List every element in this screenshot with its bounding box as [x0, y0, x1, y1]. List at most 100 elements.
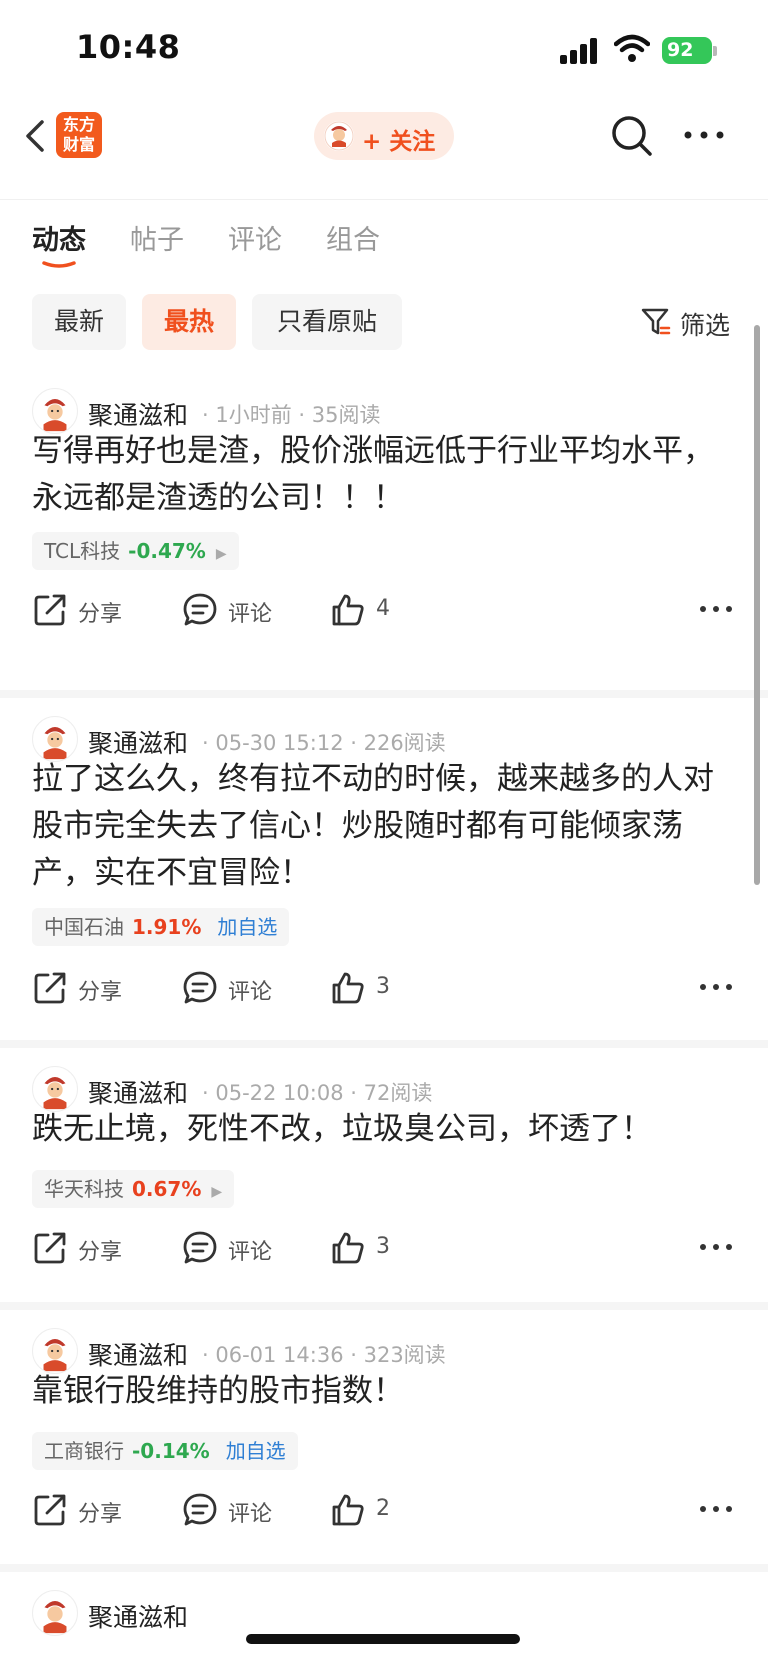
stock-change: -0.14%	[132, 1439, 210, 1463]
tab-posts[interactable]: 帖子	[130, 218, 184, 257]
post-text[interactable]: 写得再好也是渣，股价涨幅远低于行业平均水平，永远都是渣透的公司！！！	[32, 428, 742, 522]
filter-hottest[interactable]: 最热	[142, 294, 236, 350]
add-to-watchlist-link[interactable]: 加自选	[226, 1439, 286, 1463]
more-horizontal-icon[interactable]	[698, 1232, 734, 1262]
scrollbar[interactable]	[754, 325, 760, 885]
post-feed: 聚通滋和 · 1小时前 · 35阅读 写得再好也是渣，股价涨幅远低于行业平均水平…	[0, 370, 768, 1636]
stock-tag[interactable]: TCL科技 -0.47% ▶	[32, 532, 239, 570]
comment-label: 评论	[228, 602, 273, 627]
thumbs-up-icon	[332, 1494, 364, 1526]
post-actions: 分享 评论 3	[32, 966, 736, 1010]
filter-row: 最新 最热 只看原贴 筛选	[0, 294, 768, 350]
share-icon	[34, 1494, 66, 1526]
filter-latest[interactable]: 最新	[32, 294, 126, 350]
thumbs-up-icon	[332, 594, 364, 626]
nav-bar: 东方 财富 + 关注	[0, 100, 768, 200]
more-horizontal-icon[interactable]	[698, 1494, 734, 1524]
tab-dynamics[interactable]: 动态	[32, 218, 86, 257]
post-meta: · 05-30 15:12 · 226阅读	[202, 731, 446, 755]
post-card[interactable]: 聚通滋和 · 05-30 15:12 · 226阅读 拉了这么久，终有拉不动的时…	[0, 698, 768, 1048]
more-horizontal-icon[interactable]	[698, 972, 734, 1002]
follow-label: + 关注	[362, 129, 436, 155]
stock-change: 1.91%	[132, 915, 202, 939]
comment-button[interactable]: 评论	[182, 1226, 282, 1270]
author-name[interactable]: 聚通滋和	[88, 1336, 188, 1372]
stock-name: TCL科技	[44, 539, 121, 563]
logo-line-1: 东方	[62, 115, 95, 134]
comment-label: 评论	[228, 1502, 273, 1527]
home-indicator[interactable]	[246, 1634, 520, 1644]
like-button[interactable]: 4	[330, 588, 410, 632]
more-horizontal-icon[interactable]	[698, 594, 734, 624]
post-text[interactable]: 靠银行股维持的股市指数！	[32, 1368, 742, 1415]
like-button[interactable]: 2	[330, 1488, 410, 1532]
post-actions: 分享 评论 4	[32, 588, 736, 632]
share-icon	[34, 1232, 66, 1264]
stock-name: 华天科技	[44, 1177, 124, 1201]
post-meta: · 1小时前 · 35阅读	[202, 403, 381, 427]
battery-tip	[713, 46, 717, 56]
play-arrow-icon: ▶	[211, 1184, 223, 1200]
post-actions: 分享 评论 3	[32, 1226, 736, 1270]
stock-name: 工商银行	[44, 1439, 124, 1463]
logo-line-2: 财富	[62, 135, 95, 154]
like-button[interactable]: 3	[330, 966, 410, 1010]
like-count: 2	[376, 1496, 390, 1521]
comment-icon	[183, 593, 217, 626]
status-time: 10:48	[76, 28, 181, 66]
filter-original-only[interactable]: 只看原贴	[252, 294, 402, 350]
search-icon[interactable]	[608, 112, 656, 160]
thumbs-up-icon	[332, 972, 364, 1004]
profile-tabs: 动态 帖子 评论 组合	[0, 200, 768, 280]
post-actions: 分享 评论 2	[32, 1488, 736, 1532]
stock-tag[interactable]: 华天科技 0.67% ▶	[32, 1170, 235, 1208]
share-button[interactable]: 分享	[32, 588, 132, 632]
like-button[interactable]: 3	[330, 1226, 410, 1270]
post-card[interactable]: 聚通滋和 · 1小时前 · 35阅读 写得再好也是渣，股价涨幅远低于行业平均水平…	[0, 370, 768, 698]
post-card[interactable]: 聚通滋和 · 06-01 14:36 · 323阅读 靠银行股维持的股市指数！ …	[0, 1310, 768, 1572]
share-button[interactable]: 分享	[32, 966, 132, 1010]
stock-tag[interactable]: 工商银行 -0.14% 加自选	[32, 1432, 298, 1470]
comment-button[interactable]: 评论	[182, 1488, 282, 1532]
comment-label: 评论	[228, 980, 273, 1005]
like-count: 4	[376, 596, 390, 621]
chevron-left-icon[interactable]	[14, 114, 58, 158]
cellular-signal-icon	[560, 38, 600, 64]
battery-level: 92	[662, 37, 712, 64]
comment-button[interactable]: 评论	[182, 588, 282, 632]
share-button[interactable]: 分享	[32, 1226, 132, 1270]
post-meta: · 05-22 10:08 · 72阅读	[202, 1081, 433, 1105]
stock-tag[interactable]: 中国石油 1.91% 加自选	[32, 908, 290, 946]
share-button[interactable]: 分享	[32, 1488, 132, 1532]
author-name[interactable]: 聚通滋和	[88, 724, 188, 760]
author-name[interactable]: 聚通滋和	[88, 1074, 188, 1110]
more-horizontal-icon[interactable]	[682, 120, 726, 150]
comment-icon	[183, 1493, 217, 1526]
user-avatar-icon[interactable]	[32, 1590, 78, 1636]
like-count: 3	[376, 974, 390, 999]
author-name[interactable]: 聚通滋和	[88, 396, 188, 432]
post-meta: · 06-01 14:36 · 323阅读	[202, 1343, 446, 1367]
post-card[interactable]: 聚通滋和	[0, 1572, 768, 1636]
tab-portfolios[interactable]: 组合	[326, 218, 380, 257]
post-text[interactable]: 拉了这么久，终有拉不动的时候，越来越多的人对股市完全失去了信心！炒股随时都有可能…	[32, 756, 742, 897]
post-header: 聚通滋和	[32, 1590, 732, 1638]
tab-comments[interactable]: 评论	[228, 218, 282, 257]
post-text[interactable]: 跌无止境，死性不改，垃圾臭公司，坏透了！	[32, 1106, 742, 1153]
like-count: 3	[376, 1234, 390, 1259]
filter-button[interactable]: 筛选	[626, 294, 762, 350]
add-to-watchlist-link[interactable]: 加自选	[217, 915, 277, 939]
share-label: 分享	[78, 980, 123, 1005]
share-icon	[34, 972, 66, 1004]
follow-button[interactable]: + 关注	[314, 112, 454, 160]
comment-button[interactable]: 评论	[182, 966, 282, 1010]
stock-change: 0.67%	[132, 1177, 202, 1201]
funnel-icon	[641, 308, 671, 335]
play-arrow-icon: ▶	[215, 546, 227, 562]
author-name[interactable]: 聚通滋和	[88, 1598, 188, 1634]
status-bar: 10:48 92	[0, 0, 768, 100]
share-label: 分享	[78, 602, 123, 627]
active-tab-indicator	[42, 261, 76, 268]
app-logo[interactable]: 东方 财富	[56, 112, 102, 158]
post-card[interactable]: 聚通滋和 · 05-22 10:08 · 72阅读 跌无止境，死性不改，垃圾臭公…	[0, 1048, 768, 1310]
